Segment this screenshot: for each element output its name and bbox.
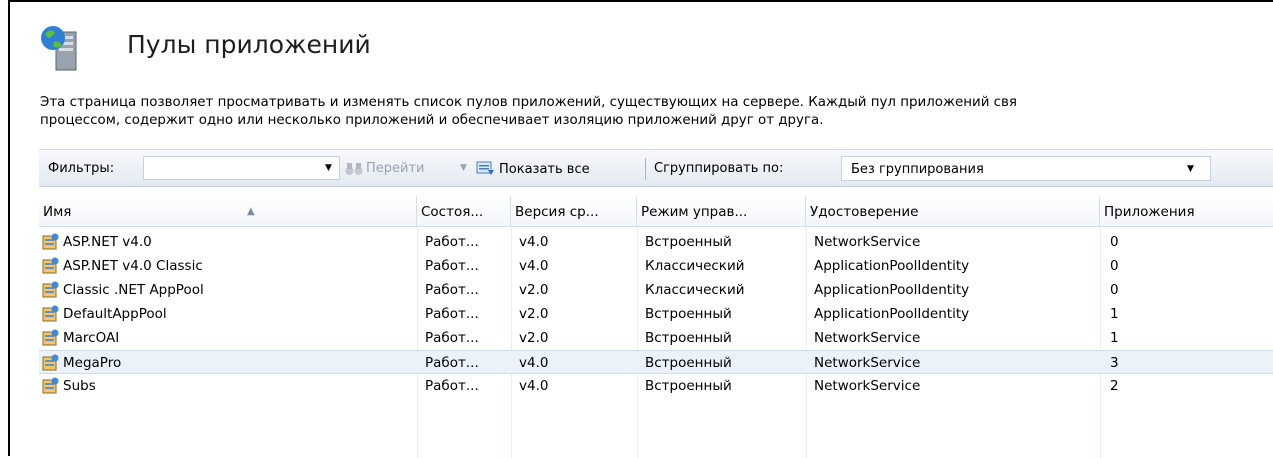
filter-dropdown-icon[interactable]: ▼	[325, 163, 332, 173]
cell-mode: Классический	[645, 282, 745, 298]
cell-version: v4.0	[519, 355, 549, 371]
page-title: Пулы приложений	[127, 30, 371, 59]
cell-mode: Встроенный	[645, 355, 732, 371]
column-header-version[interactable]: Версия ср...	[511, 196, 637, 226]
cell-mode: Встроенный	[645, 330, 732, 346]
table-row[interactable]: MarcOAI Работ... v2.0 Встроенный NetworkServ…	[39, 326, 1273, 350]
column-header-identity[interactable]: Удостоверение	[806, 196, 1100, 226]
cell-apps: 2	[1110, 378, 1119, 394]
cell-status: Работ...	[425, 258, 479, 274]
table-row[interactable]: DefaultAppPool Работ... v2.0 Встроенный Appl…	[39, 302, 1273, 326]
cell-apps: 0	[1110, 234, 1119, 250]
app-pool-icon	[42, 305, 59, 322]
go-button[interactable]: Перейти	[345, 161, 425, 176]
cell-identity: NetworkService	[814, 234, 921, 250]
cell-name: DefaultAppPool	[63, 306, 167, 322]
cell-version: v2.0	[519, 282, 549, 298]
column-header-name[interactable]: Имя ▲	[39, 196, 417, 226]
cell-identity: ApplicationPoolIdentity	[814, 258, 970, 274]
cell-version: v4.0	[519, 378, 549, 394]
cell-name: Classic .NET AppPool	[63, 282, 204, 298]
description-line-2: процессом, содержит одно или несколько п…	[40, 113, 824, 128]
page-description: Эта страница позволяет просматривать и и…	[40, 94, 1273, 130]
cell-identity: NetworkService	[814, 330, 921, 346]
table-row[interactable]: Subs Работ... v4.0 Встроенный NetworkService…	[39, 374, 1273, 398]
go-label: Перейти	[366, 161, 425, 176]
app-pool-icon	[42, 377, 59, 394]
filter-label: Фильтры:	[48, 161, 115, 176]
cell-identity: ApplicationPoolIdentity	[814, 282, 970, 298]
column-header-mode[interactable]: Режим управ...	[637, 196, 806, 226]
group-by-value: Без группирования	[851, 162, 984, 177]
app-pool-icon	[42, 233, 59, 250]
cell-version: v2.0	[519, 306, 549, 322]
go-dropdown-icon[interactable]: ▼	[460, 163, 467, 173]
cell-status: Работ...	[425, 282, 479, 298]
app-pool-icon	[42, 281, 59, 298]
cell-mode: Встроенный	[645, 378, 732, 394]
cell-apps: 0	[1110, 258, 1119, 274]
cell-status: Работ...	[425, 355, 479, 371]
sort-ascending-icon: ▲	[247, 206, 255, 217]
group-by-label: Сгруппировать по:	[654, 161, 784, 176]
server-globe-icon	[41, 26, 77, 71]
cell-apps: 1	[1110, 306, 1119, 322]
cell-mode: Встроенный	[645, 234, 732, 250]
app-pool-icon	[42, 257, 59, 274]
show-all-button[interactable]: Показать все	[476, 161, 590, 177]
cell-name: ASP.NET v4.0 Classic	[63, 258, 203, 274]
cell-status: Работ...	[425, 234, 479, 250]
cell-name: MarcOAI	[63, 330, 120, 346]
show-all-label: Показать все	[499, 161, 590, 177]
table-header: Имя ▲ Состоя... Версия ср... Режим управ…	[39, 196, 1273, 227]
cell-apps: 0	[1110, 282, 1119, 298]
cell-apps: 1	[1110, 330, 1119, 346]
cell-version: v2.0	[519, 330, 549, 346]
app-pool-icon	[42, 329, 59, 346]
app-pools-table: Имя ▲ Состоя... Версия ср... Режим управ…	[39, 196, 1273, 458]
column-header-status[interactable]: Состоя...	[417, 196, 511, 226]
toolbar-separator	[645, 158, 646, 180]
app-pool-icon	[42, 354, 59, 371]
cell-identity: ApplicationPoolIdentity	[814, 306, 970, 322]
cell-status: Работ...	[425, 378, 479, 394]
cell-mode: Классический	[645, 258, 745, 274]
cell-version: v4.0	[519, 258, 549, 274]
table-row[interactable]: MegaPro Работ... v4.0 Встроенный NetworkServ…	[39, 350, 1273, 374]
column-header-applications[interactable]: Приложения	[1100, 196, 1273, 226]
description-line-1: Эта страница позволяет просматривать и и…	[40, 95, 1017, 110]
filter-toolbar: Фильтры: ▼ Перейти ▼ Показать все Сгрупп…	[39, 149, 1273, 187]
group-by-select[interactable]: Без группирования ▼	[841, 156, 1211, 181]
cell-mode: Встроенный	[645, 306, 732, 322]
cell-name: ASP.NET v4.0	[63, 234, 152, 250]
filter-input[interactable]	[143, 156, 340, 180]
cell-status: Работ...	[425, 330, 479, 346]
cell-apps: 3	[1110, 355, 1119, 371]
show-all-icon	[476, 161, 494, 175]
table-row[interactable]: ASP.NET v4.0 Classic Работ... v4.0 Классиче…	[39, 254, 1273, 278]
app-pools-page: Пулы приложений Эта страница позволяет п…	[8, 0, 1273, 458]
cell-name: Subs	[63, 378, 96, 394]
table-row[interactable]: ASP.NET v4.0 Работ... v4.0 Встроенный Networ…	[39, 230, 1273, 254]
table-row[interactable]: Classic .NET AppPool Работ... v2.0 Классиче…	[39, 278, 1273, 302]
cell-version: v4.0	[519, 234, 549, 250]
cell-identity: NetworkService	[814, 355, 921, 371]
cell-name: MegaPro	[63, 355, 122, 371]
cell-identity: NetworkService	[814, 378, 921, 394]
cell-status: Работ...	[425, 306, 479, 322]
binoculars-icon	[345, 162, 363, 175]
group-by-dropdown-icon: ▼	[1187, 164, 1194, 174]
